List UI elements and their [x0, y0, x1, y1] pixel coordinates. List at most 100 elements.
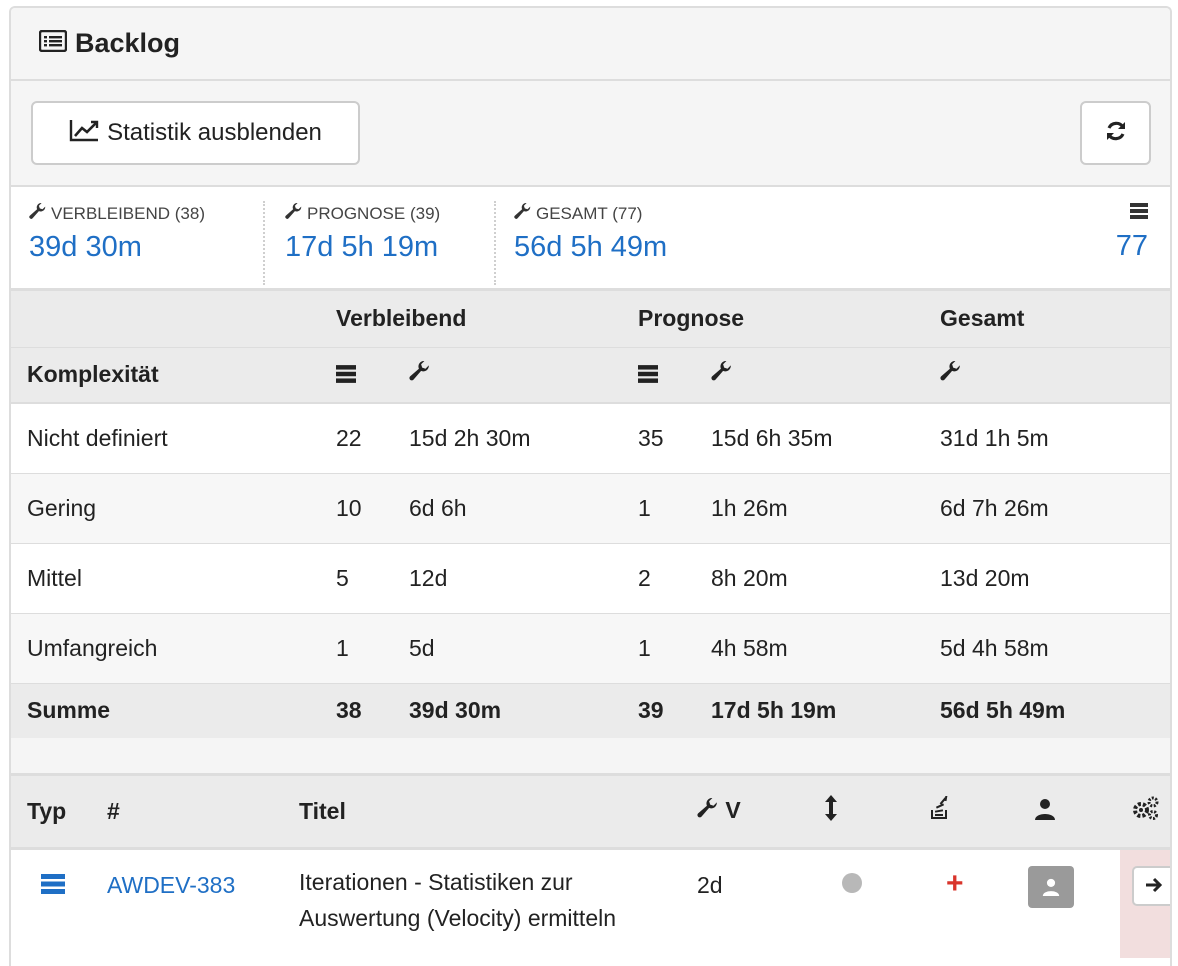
remaining-time: 12d [409, 543, 638, 614]
remaining-count: 5 [336, 543, 409, 614]
total-time: 6d 7h 26m [940, 473, 1170, 544]
remaining-time: 6d 6h [409, 473, 638, 544]
wrench-icon [29, 202, 47, 226]
sort-icon [824, 794, 838, 828]
backlog-panel: Backlog Statistik ausblenden VERBLEIBEND… [9, 6, 1172, 966]
item-title: Iterationen - Statistiken zur Auswertung… [299, 868, 617, 931]
backlog-table: Typ # Titel V AWDEV-383 Iterationen - St… [11, 776, 1170, 958]
remaining-count: 22 [336, 403, 409, 474]
summary-total-label: GESAMT (77) [536, 204, 643, 223]
open-item-button[interactable] [1132, 865, 1170, 906]
cogs-icon [1132, 796, 1160, 826]
backlog-item-row[interactable]: AWDEV-383 Iterationen - Statistiken zur … [11, 848, 1170, 958]
summary-total: GESAMT (77) 56d 5h 49m [514, 202, 668, 264]
summary-forecast-label: PROGNOSE (39) [307, 204, 441, 223]
header-settings[interactable] [1120, 776, 1170, 850]
forecast-count: 1 [638, 613, 711, 684]
toolbar: Statistik ausblenden [11, 81, 1170, 187]
toggle-statistics-button[interactable]: Statistik ausblenden [31, 101, 360, 165]
total-time: 13d 20m [940, 543, 1170, 614]
remaining-time: 5d [409, 613, 638, 684]
statistics-table: Verbleibend Prognose Gesamt Komplexität … [11, 291, 1170, 738]
summary-remaining-value: 39d 30m [29, 231, 142, 263]
header-remaining-label: V [725, 796, 741, 823]
statistics-group-header: Verbleibend Prognose Gesamt [11, 291, 1170, 348]
summary-total-value: 56d 5h 49m [514, 231, 668, 263]
sum-remaining-time: 39d 30m [409, 697, 502, 724]
table-row: Mittel 5 12d 2 8h 20m 13d 20m [11, 543, 1170, 614]
line-chart-icon [69, 118, 99, 149]
wrench-icon [711, 361, 733, 389]
table-row: Umfangreich 1 5d 1 4h 58m 5d 4h 58m [11, 613, 1170, 684]
table-row: Gering 10 6d 6h 1 1h 26m 6d 7h 26m [11, 473, 1170, 544]
status-dot [842, 872, 862, 893]
table-row: Nicht definiert 22 15d 2h 30m 35 15d 6h … [11, 403, 1170, 474]
forecast-time: 8h 20m [711, 543, 941, 614]
item-key-link[interactable]: AWDEV-383 [107, 848, 299, 958]
summary-bar: VERBLEIBEND (38) 39d 30m PROGNOSE (39) 1… [11, 187, 1170, 291]
avatar[interactable] [1028, 865, 1074, 908]
total-time: 5d 4h 58m [940, 613, 1170, 684]
panel-header: Backlog [11, 8, 1170, 81]
header-assignee[interactable] [1022, 776, 1120, 850]
summary-forecast-value: 17d 5h 19m [285, 231, 439, 263]
stack-icon [1130, 203, 1148, 224]
statistics-subheader: Komplexität [11, 347, 1170, 404]
wrench-icon [697, 797, 719, 826]
wrench-icon [514, 202, 532, 226]
forecast-count: 35 [638, 403, 711, 474]
arrow-right-icon [1145, 872, 1163, 899]
refresh-button[interactable] [1080, 101, 1151, 165]
story-type-icon [41, 873, 65, 900]
sum-total-time: 56d 5h 49m [940, 697, 1066, 724]
header-forecast: Prognose [638, 291, 941, 348]
item-add[interactable]: + [924, 848, 1022, 958]
refresh-icon [1104, 119, 1128, 148]
sum-remaining-count: 38 [336, 697, 362, 724]
divider [494, 201, 496, 285]
item-status [818, 848, 924, 958]
summary-count: 77 [1116, 203, 1148, 263]
header-remaining: Verbleibend [336, 291, 638, 348]
item-remaining: 2d [697, 871, 723, 898]
plus-icon[interactable]: + [946, 867, 964, 900]
header-title[interactable]: Titel [299, 776, 697, 850]
sum-forecast-time: 17d 5h 19m [711, 697, 837, 724]
forecast-time: 1h 26m [711, 473, 941, 544]
backlog-header-row: Typ # Titel V [11, 776, 1170, 850]
panel-title: Backlog [75, 28, 181, 58]
forecast-time: 15d 6h 35m [711, 403, 941, 474]
stack-icon [638, 362, 658, 389]
summary-remaining-label: VERBLEIBEND (38) [51, 204, 205, 223]
sum-row: Summe 38 39d 30m 39 17d 5h 19m 56d 5h 49… [11, 683, 1170, 738]
complexity-label: Nicht definiert [11, 403, 336, 474]
header-total: Gesamt [940, 291, 1170, 348]
total-time: 31d 1h 5m [940, 403, 1170, 474]
list-icon [38, 29, 68, 57]
item-assignee[interactable] [1022, 848, 1120, 958]
header-remaining[interactable]: V [697, 776, 818, 850]
header-stack[interactable] [924, 776, 1022, 850]
forecast-count: 1 [638, 473, 711, 544]
complexity-label: Mittel [11, 543, 336, 614]
header-sort[interactable] [818, 776, 924, 850]
header-complexity: Komplexität [11, 347, 336, 404]
forecast-time: 4h 58m [711, 613, 941, 684]
user-icon [1034, 798, 1056, 826]
item-type [11, 848, 107, 958]
complexity-label: Gering [11, 473, 336, 544]
header-number[interactable]: # [107, 776, 299, 850]
sum-forecast-count: 39 [638, 697, 664, 724]
divider [263, 201, 265, 285]
item-actions [1120, 848, 1170, 958]
section-spacer [11, 738, 1170, 776]
header-type[interactable]: Typ [11, 776, 107, 850]
stackoverflow-icon [930, 793, 950, 826]
wrench-icon [285, 202, 303, 226]
forecast-count: 2 [638, 543, 711, 614]
complexity-label: Umfangreich [11, 613, 336, 684]
remaining-count: 10 [336, 473, 409, 544]
summary-remaining: VERBLEIBEND (38) 39d 30m [29, 202, 205, 264]
summary-count-value: 77 [1115, 230, 1148, 262]
toggle-statistics-label: Statistik ausblenden [107, 119, 322, 146]
